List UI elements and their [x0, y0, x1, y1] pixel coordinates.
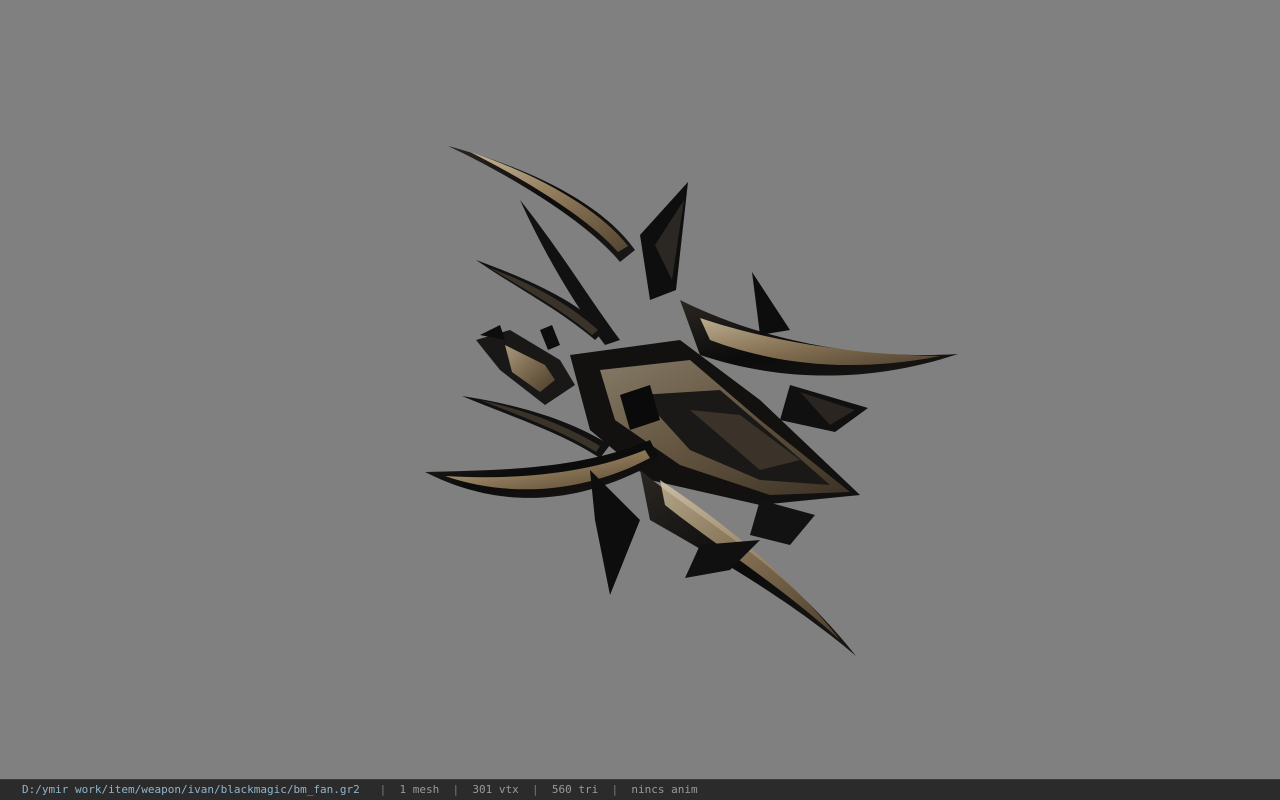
file-path-label: D:/ymir work/item/weapon/ivan/blackmagic…	[22, 783, 360, 796]
weapon-hilt	[476, 325, 575, 405]
weapon-model-render	[425, 146, 958, 656]
status-separator: |	[611, 783, 619, 796]
status-separator: |	[452, 783, 460, 796]
mesh-count-label: 1 mesh	[399, 783, 440, 796]
status-bar: D:/ymir work/item/weapon/ivan/blackmagic…	[0, 779, 1280, 800]
triangle-count-label: 560 tri	[551, 783, 599, 796]
animation-status-label: nincs anim	[631, 783, 698, 796]
vertex-count-label: 301 vtx	[472, 783, 519, 796]
status-separator: |	[379, 783, 387, 796]
blade-right	[680, 272, 958, 376]
blade-spike-top	[640, 182, 688, 300]
status-separator: |	[532, 783, 539, 796]
blade-right-lower	[780, 385, 868, 432]
3d-viewport[interactable]	[0, 0, 1280, 779]
blade-top	[448, 146, 635, 345]
